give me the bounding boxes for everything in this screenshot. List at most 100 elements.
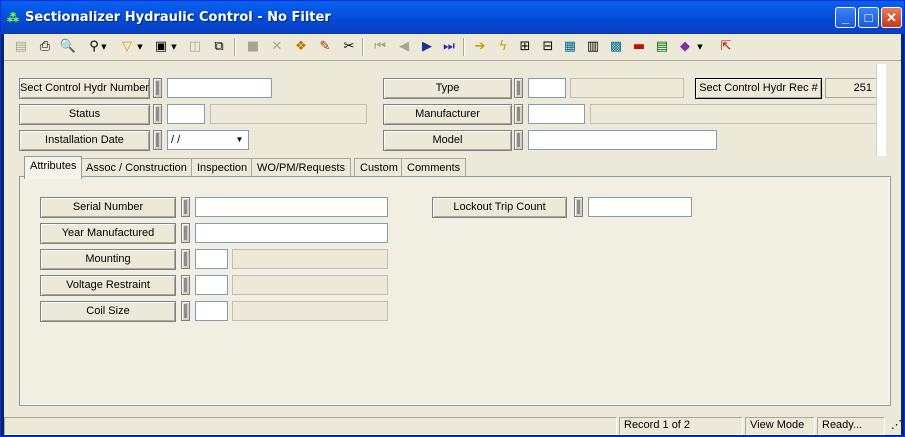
field-grip-icon[interactable] [181, 249, 190, 269]
image-icon[interactable]: ▩ [606, 37, 626, 57]
field-grip-icon[interactable] [514, 78, 523, 98]
field-grip-icon[interactable] [153, 130, 162, 150]
last-record-icon[interactable]: ⏭ [439, 37, 459, 57]
field-grip-icon[interactable] [514, 130, 523, 150]
book-icon[interactable]: ◆ [675, 37, 695, 57]
tab-assoc-construction[interactable]: Assoc / Construction [80, 158, 193, 178]
model-button[interactable]: Model [383, 130, 512, 151]
print-preview-icon[interactable]: 🔍 [58, 37, 78, 57]
first-record-icon[interactable]: ⏮ [370, 37, 390, 57]
voltage-restraint-code-input[interactable] [195, 275, 228, 295]
serial-number-input[interactable] [195, 197, 388, 217]
find-dropdown-icon[interactable]: ▼ [100, 37, 108, 57]
cut-icon[interactable]: ✂ [339, 37, 359, 57]
installation-date-value: / / [171, 134, 181, 146]
field-grip-icon[interactable] [181, 197, 190, 217]
model-input[interactable] [528, 130, 717, 150]
edit-icon[interactable]: ✎ [315, 37, 335, 57]
field-grip-icon[interactable] [153, 104, 162, 124]
next-record-icon[interactable]: ▶ [417, 37, 437, 57]
tab-comments[interactable]: Comments [401, 158, 467, 178]
new-record-icon[interactable]: ◫ [185, 37, 205, 57]
close-button[interactable]: ✕ [881, 7, 902, 28]
tab-attributes[interactable]: Attributes [24, 156, 83, 179]
delete-icon[interactable]: ✕ [267, 37, 287, 57]
report-icon[interactable]: ▣ [151, 37, 171, 57]
installation-date-button[interactable]: Installation Date [19, 130, 150, 151]
book-dropdown-icon[interactable]: ▼ [696, 37, 704, 57]
status-message [4, 417, 617, 435]
year-manufactured-button[interactable]: Year Manufactured [40, 223, 176, 244]
sect-control-hydr-number-input[interactable] [167, 78, 272, 98]
field-grip-icon[interactable] [181, 301, 190, 321]
link-icon[interactable]: ▬ [629, 37, 649, 57]
window-title: Sectionalizer Hydraulic Control - No Fil… [25, 10, 331, 25]
mounting-code-input[interactable] [195, 249, 228, 269]
coil-size-button[interactable]: Coil Size [40, 301, 176, 322]
filter-dropdown-icon[interactable]: ▼ [136, 37, 144, 57]
toolbar: ▤ ⎙ 🔍 ⚲ ▼ ▽ ▼ ▣ ▼ ◫ ⧉ ■ ✕ ❖ ✎ ✂ ⏮ ◀ ▶ ⏭ … [4, 34, 901, 61]
lockout-trip-count-button[interactable]: Lockout Trip Count [432, 197, 567, 218]
mode-indicator: View Mode [745, 417, 815, 435]
app-icon: ⁂ [7, 11, 19, 25]
lightning-icon[interactable]: ϟ [493, 37, 513, 57]
header-scrollbar[interactable] [876, 64, 886, 156]
status-code-input[interactable] [167, 104, 205, 124]
status-bar: Record 1 of 2 View Mode Ready... ⋰ [4, 415, 901, 435]
calculator-icon[interactable]: ▥ [583, 37, 603, 57]
structure-icon[interactable]: ⊞ [515, 37, 535, 57]
toolbar-separator [463, 38, 465, 56]
voltage-restraint-button[interactable]: Voltage Restraint [40, 275, 176, 296]
print-icon[interactable]: ⎙ [35, 37, 55, 57]
rec-number-button[interactable]: Sect Control Hydr Rec # [695, 78, 822, 99]
voltage-restraint-description [232, 275, 388, 295]
exit-icon[interactable]: ⇱ [716, 37, 736, 57]
field-grip-icon[interactable] [181, 223, 190, 243]
sect-control-hydr-number-button[interactable]: Sect Control Hydr Number [19, 78, 150, 99]
map-icon[interactable]: ▦ [560, 37, 580, 57]
title-bar[interactable]: ⁂ Sectionalizer Hydraulic Control - No F… [1, 1, 904, 34]
record-counter: Record 1 of 2 [619, 417, 743, 435]
manufacturer-button[interactable]: Manufacturer [383, 104, 512, 125]
minimize-button[interactable]: _ [835, 7, 856, 28]
type-code-input[interactable] [528, 78, 566, 98]
save-icon[interactable]: ▤ [11, 37, 31, 57]
filter-icon[interactable]: ▽ [117, 37, 137, 57]
jump-icon[interactable]: ➔ [470, 37, 490, 57]
status-button[interactable]: Status [19, 104, 150, 125]
save-record-icon[interactable]: ■ [243, 37, 263, 57]
hierarchy-icon[interactable]: ⊟ [538, 37, 558, 57]
attributes-tab-page: Serial Number Year Manufactured Mounting… [19, 176, 891, 406]
header-panel: Sect Control Hydr Number Status Installa… [12, 65, 889, 151]
previous-record-icon[interactable]: ◀ [394, 37, 414, 57]
field-grip-icon[interactable] [574, 197, 583, 217]
tab-inspection[interactable]: Inspection [191, 158, 254, 178]
lockout-trip-count-input[interactable] [588, 197, 692, 217]
copy-record-icon[interactable]: ⧉ [209, 37, 229, 57]
manufacturer-code-input[interactable] [528, 104, 585, 124]
ready-indicator: Ready... [817, 417, 885, 435]
toolbar-separator [362, 38, 364, 56]
coil-size-code-input[interactable] [195, 301, 228, 321]
field-grip-icon[interactable] [153, 78, 162, 98]
field-grip-icon[interactable] [181, 275, 190, 295]
report-dropdown-icon[interactable]: ▼ [170, 37, 178, 57]
toolbar-separator [234, 38, 236, 56]
spell-check-icon[interactable]: ❖ [291, 37, 311, 57]
coil-size-description [232, 301, 388, 321]
chevron-down-icon[interactable]: ▼ [232, 132, 247, 148]
manufacturer-description [590, 104, 878, 124]
installation-date-input[interactable]: / / ▼ [167, 130, 249, 150]
maximize-button[interactable]: □ [858, 7, 879, 28]
field-grip-icon[interactable] [514, 104, 523, 124]
resize-grip-icon[interactable]: ⋰ [887, 417, 901, 435]
tab-custom[interactable]: Custom [354, 158, 404, 178]
mounting-description [232, 249, 388, 269]
tab-wo-pm-requests[interactable]: WO/PM/Requests [251, 158, 352, 178]
mounting-button[interactable]: Mounting [40, 249, 176, 270]
year-manufactured-input[interactable] [195, 223, 388, 243]
serial-number-button[interactable]: Serial Number [40, 197, 176, 218]
grid-icon[interactable]: ▤ [652, 37, 672, 57]
rec-number-value: 251 [825, 78, 878, 98]
type-button[interactable]: Type [383, 78, 512, 99]
